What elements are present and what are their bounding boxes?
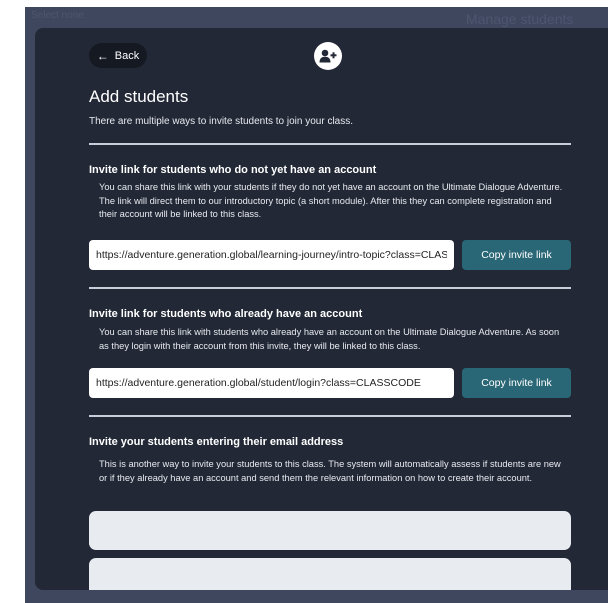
modal-title: Add students [89,87,189,106]
copy-invite-link-button-new[interactable]: Copy invite link [462,240,571,270]
new-students-section-title: Invite link for students who do not yet … [89,164,377,176]
existing-students-invite-link-field[interactable] [89,368,454,398]
manage-students-heading: Manage students [466,11,574,27]
email-invite-description: This is another way to invite your stude… [99,459,561,483]
section-divider [89,143,571,145]
existing-students-description: You can share this link with students wh… [99,327,560,351]
copy-invite-link-button-existing[interactable]: Copy invite link [462,368,571,398]
select-none-link[interactable]: Select none [31,10,84,21]
back-label: Back [114,49,140,62]
email-input-box[interactable] [89,558,571,590]
arrow-left-icon: ← [96,48,109,63]
existing-students-section-title: Invite link for students who already hav… [89,308,363,320]
back-button[interactable]: ← Back [89,43,147,68]
new-students-invite-link-field[interactable] [89,240,454,270]
modal-intro: There are multiple ways to invite studen… [89,116,354,127]
email-invite-section-title: Invite your students entering their emai… [89,436,344,448]
section-divider [89,415,571,417]
section-divider [89,287,571,289]
user-plus-icon [314,42,342,70]
add-students-modal: ← Back Add students There are multiple w… [35,28,608,590]
email-input-box[interactable] [89,511,571,550]
new-students-description: You can share this link with your studen… [99,182,563,219]
